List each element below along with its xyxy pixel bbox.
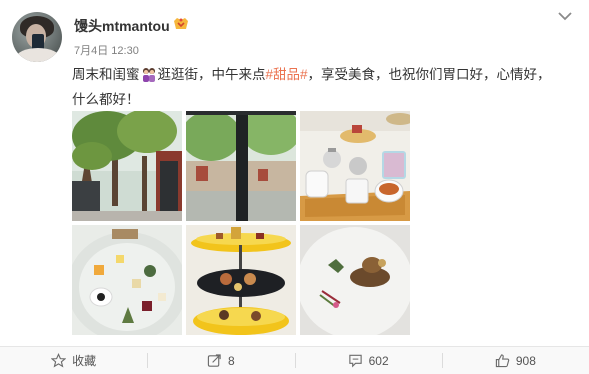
photo-plated-dish[interactable] bbox=[300, 225, 410, 335]
two-women-emoji bbox=[141, 65, 157, 82]
repost-icon bbox=[207, 354, 221, 367]
favorite-label: 收藏 bbox=[72, 354, 97, 368]
avatar[interactable] bbox=[12, 12, 62, 62]
weibo-post-card: 馒头mtmantou 7月4日 12:30 周末和闺蜜 逛逛街，中午来点#甜品#… bbox=[0, 0, 589, 374]
comment-button[interactable]: 602 bbox=[294, 347, 442, 374]
post-text: 周末和闺蜜 逛逛街，中午来点#甜品#，享受美食，也祝你们胃口好，心情好， 什么都… bbox=[72, 62, 572, 112]
star-icon bbox=[51, 353, 67, 368]
post-text-part: 周末和闺蜜 bbox=[72, 67, 140, 82]
post-text-part: 逛逛街，中午来点 bbox=[157, 67, 266, 82]
photo-dessert-tower[interactable] bbox=[186, 225, 296, 335]
vip-badge-icon[interactable] bbox=[172, 15, 190, 33]
thumbs-up-icon bbox=[495, 354, 510, 368]
comment-count: 602 bbox=[368, 353, 389, 368]
photo-tea-set[interactable] bbox=[300, 111, 410, 221]
post-text-part: 什么都好！ bbox=[72, 92, 140, 107]
repost-button[interactable]: 8 bbox=[147, 347, 294, 374]
action-bar: 收藏 8 602 908 bbox=[0, 347, 589, 374]
username[interactable]: 馒头mtmantou bbox=[74, 16, 170, 36]
favorite-button[interactable]: 收藏 bbox=[0, 347, 147, 374]
hashtag-link[interactable]: #甜品# bbox=[266, 67, 308, 82]
photo-window-trees[interactable] bbox=[186, 111, 296, 221]
chevron-down-icon[interactable] bbox=[557, 9, 573, 21]
comment-icon bbox=[348, 354, 362, 368]
post-text-part: ，享受美食，也祝你们胃口好，心情好， bbox=[307, 67, 551, 82]
photo-plated-dessert[interactable] bbox=[72, 225, 182, 335]
photo-trees-courtyard[interactable] bbox=[72, 111, 182, 221]
like-count: 908 bbox=[515, 353, 536, 368]
repost-count: 8 bbox=[228, 353, 235, 368]
like-button[interactable]: 908 bbox=[441, 347, 589, 374]
post-timestamp[interactable]: 7月4日 12:30 bbox=[74, 42, 139, 58]
